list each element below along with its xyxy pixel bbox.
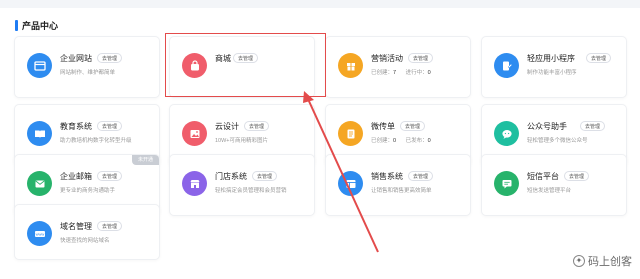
stat-value: 0 (393, 138, 397, 144)
product-name: 微传单 (371, 122, 395, 131)
manage-button[interactable]: 去管理 (244, 121, 270, 131)
product-name: 短信平台 (527, 172, 559, 181)
product-name: 企业邮箱 (60, 172, 92, 181)
manage-button[interactable]: 去管理 (97, 121, 123, 131)
mail-icon (27, 171, 52, 196)
book-icon (27, 121, 52, 146)
watermark: ✦ 码上创客 (573, 253, 632, 269)
product-desc: 轻松管理多个微信公众号 (527, 138, 588, 144)
section-title: 产品中心 (22, 20, 59, 31)
product-card-sales[interactable]: 销售系统 去管理 让销售和销售更高效简单 (326, 155, 470, 215)
product-card-mini-program[interactable]: 轻应用小程序 去管理 制作功能丰富小程序 (482, 37, 626, 97)
stat-label: 已发布： (405, 138, 428, 144)
watermark-text: 码上创客 (588, 256, 632, 268)
product-desc: 更专业的商务沟通助手 (60, 188, 116, 194)
manage-button[interactable]: 去管理 (564, 171, 590, 181)
product-stats: 已创建：7 进行中：0 (371, 68, 439, 76)
gift-icon (338, 53, 363, 78)
top-strip (0, 0, 640, 8)
product-name: 云设计 (215, 122, 239, 131)
product-name: 轻应用小程序 (527, 54, 575, 63)
image-icon (182, 121, 207, 146)
status-badge: 未开通 (131, 155, 159, 165)
manage-button[interactable]: 去管理 (580, 121, 606, 131)
wechat-icon (494, 121, 519, 146)
product-stats: 已创建：0 已发布：0 (371, 136, 439, 144)
product-desc: 助力教培机构数字化转型升级 (60, 138, 132, 144)
svg-text:www: www (35, 231, 44, 236)
stat-value: 0 (427, 70, 431, 76)
stat-value: 7 (393, 70, 397, 76)
sales-icon (338, 171, 363, 196)
mini-program-icon (494, 53, 519, 78)
manage-button[interactable]: 去管理 (400, 121, 426, 131)
product-card-sms[interactable]: 短信平台 去管理 短信发送管理平台 (482, 155, 626, 215)
product-name: 销售系统 (371, 172, 403, 181)
product-desc: 短信发送管理平台 (527, 188, 572, 194)
product-desc: 让销售和销售更高效简单 (371, 188, 432, 194)
product-card-domain[interactable]: www 域名管理 去管理 快速查找的网站域名 (15, 205, 159, 259)
manage-button[interactable]: 去管理 (252, 171, 278, 181)
section-header: 产品中心 (15, 18, 58, 32)
product-name: 企业网站 (60, 54, 92, 63)
product-desc: 网站制作、维护都简单 (60, 70, 116, 76)
product-name: 域名管理 (60, 222, 92, 231)
highlight-box (165, 33, 326, 97)
product-name: 教育系统 (60, 122, 92, 131)
flyer-icon (338, 121, 363, 146)
stat-value: 0 (427, 138, 431, 144)
product-desc: 快速查找的网站域名 (60, 238, 110, 244)
domain-icon: www (27, 221, 52, 246)
manage-button[interactable]: 去管理 (97, 221, 123, 231)
manage-button[interactable]: 去管理 (97, 53, 123, 63)
product-name: 营销活动 (371, 54, 403, 63)
product-card-store[interactable]: 门店系统 去管理 轻松搞定会员管理和会员营销 (170, 155, 314, 215)
product-card-website[interactable]: 企业网站 去管理 网站制作、维护都简单 (15, 37, 159, 97)
manage-button[interactable]: 去管理 (586, 53, 612, 63)
product-desc: 制作功能丰富小程序 (527, 70, 577, 76)
watermark-icon: ✦ (573, 255, 585, 267)
manage-button[interactable]: 去管理 (408, 171, 434, 181)
store-icon (182, 171, 207, 196)
browser-icon (27, 53, 52, 78)
message-icon (494, 171, 519, 196)
product-name: 公众号助手 (527, 122, 567, 131)
section-accent-bar (15, 19, 18, 31)
manage-button[interactable]: 去管理 (97, 171, 123, 181)
manage-button[interactable]: 去管理 (408, 53, 434, 63)
product-card-marketing[interactable]: 营销活动 去管理 已创建：7 进行中：0 (326, 37, 470, 97)
stat-label: 已创建： (371, 70, 394, 76)
stat-label: 进行中： (405, 70, 428, 76)
product-desc: 轻松搞定会员管理和会员营销 (215, 188, 287, 194)
product-name: 门店系统 (215, 172, 247, 181)
product-desc: 10W+可商用精彩图片 (215, 138, 269, 144)
stat-label: 已创建： (371, 138, 394, 144)
